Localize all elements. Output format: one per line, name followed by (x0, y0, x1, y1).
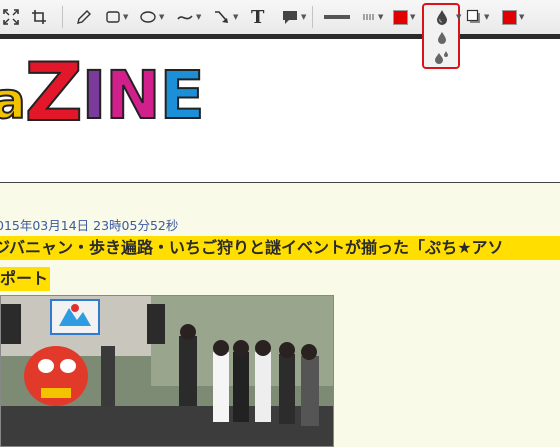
border-color-swatch[interactable]: ▼ (502, 7, 524, 27)
shadow-icon[interactable]: ▼ (466, 7, 489, 27)
blur-tool-popup: ▼ (422, 3, 461, 69)
article-headline[interactable]: ジバニャン・歩き遍路・いちご狩りと謎イベントが揃った「ぷち★アソ ポート (0, 236, 560, 291)
logo-letter: E (159, 56, 206, 135)
chevron-down-icon[interactable]: ▼ (484, 13, 489, 21)
text-icon[interactable]: T (251, 6, 265, 28)
rectangle-icon[interactable]: ▼ (105, 7, 128, 27)
article: 015年03月14日 23時05分52秒 ジバニャン・歩き遍路・いちご狩りと謎イ… (0, 183, 560, 447)
line-style-icon[interactable]: ▼ (362, 7, 383, 27)
chevron-down-icon[interactable]: ▼ (159, 13, 164, 21)
pencil-icon[interactable] (76, 7, 92, 27)
article-date: 015年03月14日 23時05分52秒 (0, 218, 179, 233)
arrow-icon[interactable]: ▼ (213, 7, 238, 27)
toolbar-divider (312, 6, 313, 28)
chevron-down-icon[interactable]: ▼ (123, 13, 128, 21)
fullscreen-icon[interactable] (3, 7, 19, 27)
curve-icon[interactable]: ▼ (176, 7, 201, 27)
chevron-down-icon[interactable]: ▼ (233, 13, 238, 21)
blur-drop-icon[interactable]: ▼ (432, 8, 461, 26)
chevron-down-icon[interactable]: ▼ (378, 13, 383, 21)
photo-illustration (1, 296, 333, 446)
chevron-down-icon[interactable]: ▼ (301, 13, 306, 21)
chevron-down-icon[interactable]: ▼ (410, 13, 415, 21)
ellipse-icon[interactable]: ▼ (139, 7, 164, 27)
line-width-icon[interactable] (323, 7, 351, 27)
single-drop-icon[interactable] (432, 29, 452, 47)
annotation-toolbar: ▼ ▼ ▼ ▼ T ▼ ▼ ▼ ▼ ▼ (0, 0, 560, 35)
site-logo[interactable]: aZINE (0, 46, 206, 139)
crop-icon[interactable] (31, 7, 47, 27)
chevron-down-icon[interactable]: ▼ (456, 13, 461, 21)
logo-letter: N (104, 56, 161, 135)
logo-letter: Z (24, 46, 84, 139)
logo-letter: I (81, 56, 108, 135)
fill-color-swatch[interactable]: ▼ (393, 7, 415, 27)
headline-line-1[interactable]: ジバニャン・歩き遍路・いちご狩りと謎イベントが揃った「ぷち★アソ (0, 236, 560, 260)
logo-letter: a (0, 71, 27, 131)
toolbar-shadow-band (0, 34, 560, 39)
speech-bubble-icon[interactable]: ▼ (281, 7, 306, 27)
text-tool-glyph: T (251, 6, 265, 28)
toolbar-divider (62, 6, 63, 28)
double-drop-icon[interactable] (432, 48, 452, 66)
headline-line-2[interactable]: ポート (0, 267, 51, 291)
chevron-down-icon[interactable]: ▼ (196, 13, 201, 21)
chevron-down-icon[interactable]: ▼ (519, 13, 524, 21)
article-photo[interactable] (0, 295, 334, 447)
